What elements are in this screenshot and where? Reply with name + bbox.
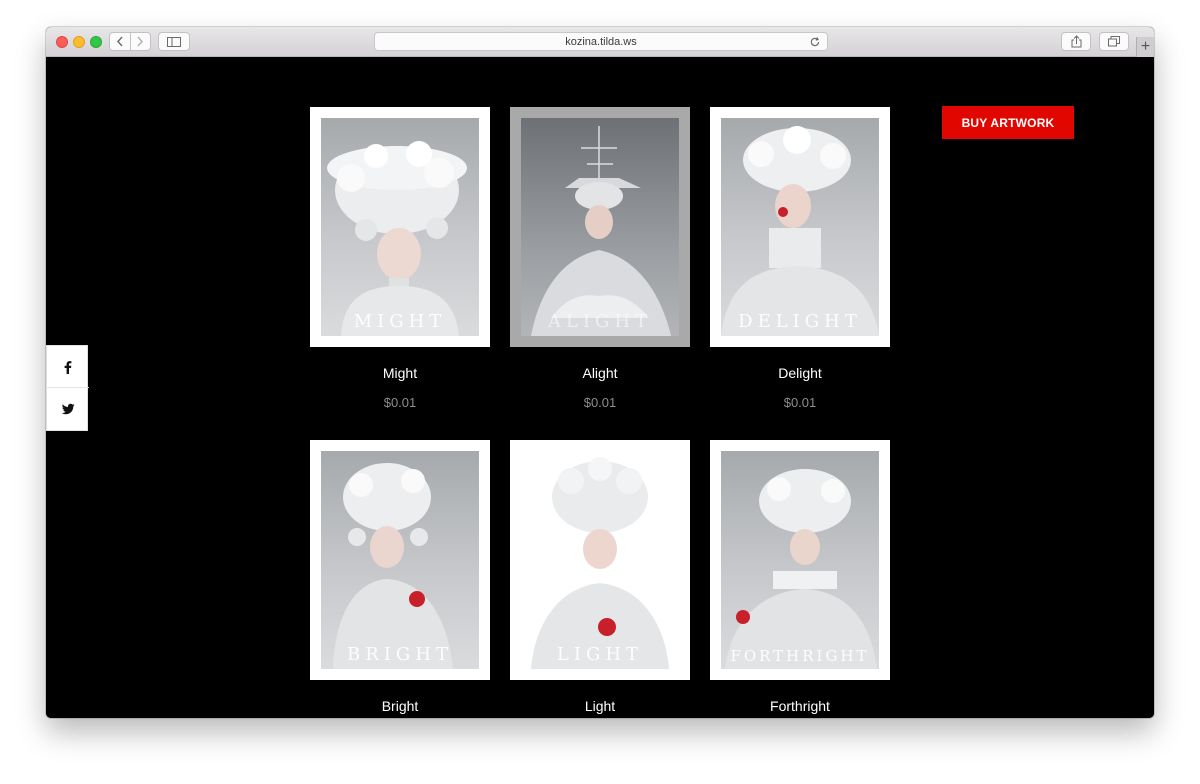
artwork-image[interactable]: LIGHT xyxy=(521,451,679,669)
product-title[interactable]: Bright xyxy=(310,698,490,714)
product-title[interactable]: Alight xyxy=(510,365,690,381)
twitter-icon xyxy=(61,403,75,415)
share-icon xyxy=(1071,35,1081,48)
reload-icon[interactable] xyxy=(809,36,821,48)
artwork-watermark: LIGHT xyxy=(556,644,644,665)
product-frame[interactable]: DELIGHT xyxy=(710,107,890,347)
buy-artwork-button[interactable]: BUY ARTWORK xyxy=(942,106,1074,139)
artwork-image[interactable]: ALIGHT xyxy=(521,118,679,336)
navigation-buttons xyxy=(109,32,151,51)
product-card[interactable]: LIGHT Light xyxy=(510,440,690,718)
close-window-button[interactable] xyxy=(56,36,68,48)
paper-portrait-graphic xyxy=(333,463,453,669)
artwork-watermark: MIGHT xyxy=(353,311,447,332)
maximize-window-button[interactable] xyxy=(90,36,102,48)
product-price: $0.01 xyxy=(383,395,417,410)
product-title[interactable]: Might xyxy=(310,365,490,381)
chevron-left-icon xyxy=(116,36,123,47)
product-frame[interactable]: LIGHT xyxy=(510,440,690,680)
artwork-image[interactable]: FORTHRIGHT xyxy=(721,451,879,669)
product-price: $0.01 xyxy=(783,395,817,410)
back-button[interactable] xyxy=(110,33,131,50)
share-button[interactable] xyxy=(1061,32,1091,51)
product-frame[interactable]: BRIGHT xyxy=(310,440,490,680)
sidebar-toggle-button[interactable] xyxy=(158,32,190,51)
paper-portrait-graphic xyxy=(327,141,467,336)
artwork-watermark: ALIGHT xyxy=(547,311,653,332)
url-text: kozina.tilda.ws xyxy=(565,35,637,48)
paper-portrait-graphic xyxy=(531,126,671,336)
product-card[interactable]: FORTHRIGHT Forthright xyxy=(710,440,890,718)
product-card[interactable]: DELIGHT Delight $0.01 xyxy=(710,107,890,410)
artwork-image[interactable]: DELIGHT xyxy=(721,118,879,336)
product-card[interactable]: BRIGHT Bright xyxy=(310,440,490,718)
twitter-share-button[interactable] xyxy=(47,388,89,430)
address-bar[interactable]: kozina.tilda.ws xyxy=(374,32,828,51)
page-content: BUY ARTWORK MIGHT Might $0.01 ALIGHT Ali… xyxy=(46,57,1154,718)
sidebar-icon xyxy=(167,36,181,47)
product-title[interactable]: Forthright xyxy=(710,698,890,714)
minimize-window-button[interactable] xyxy=(73,36,85,48)
tabs-icon xyxy=(1108,36,1120,47)
paper-portrait-graphic xyxy=(721,126,879,336)
artwork-image[interactable]: MIGHT xyxy=(321,118,479,336)
artwork-watermark: FORTHRIGHT xyxy=(730,647,870,665)
product-title[interactable]: Light xyxy=(510,698,690,714)
product-card[interactable]: ALIGHT Alight $0.01 xyxy=(510,107,690,410)
product-frame[interactable]: ALIGHT xyxy=(510,107,690,347)
paper-portrait-graphic xyxy=(725,469,877,669)
forward-button[interactable] xyxy=(131,33,151,50)
product-card[interactable]: MIGHT Might $0.01 xyxy=(310,107,490,410)
paper-portrait-graphic xyxy=(531,457,669,669)
facebook-share-button[interactable] xyxy=(47,346,89,388)
show-tabs-button[interactable] xyxy=(1099,32,1129,51)
product-frame[interactable]: MIGHT xyxy=(310,107,490,347)
product-frame[interactable]: FORTHRIGHT xyxy=(710,440,890,680)
browser-window: kozina.tilda.ws + BUY ARTWORK MIGHT Migh… xyxy=(46,27,1154,718)
artwork-watermark: BRIGHT xyxy=(347,644,453,665)
product-title[interactable]: Delight xyxy=(710,365,890,381)
browser-toolbar: kozina.tilda.ws + xyxy=(46,27,1154,57)
share-panel xyxy=(46,345,89,431)
artwork-watermark: DELIGHT xyxy=(738,311,862,332)
new-tab-button[interactable]: + xyxy=(1136,37,1154,57)
facebook-icon xyxy=(64,360,72,374)
chevron-right-icon xyxy=(137,36,144,47)
product-price: $0.01 xyxy=(583,395,617,410)
artwork-image[interactable]: BRIGHT xyxy=(321,451,479,669)
